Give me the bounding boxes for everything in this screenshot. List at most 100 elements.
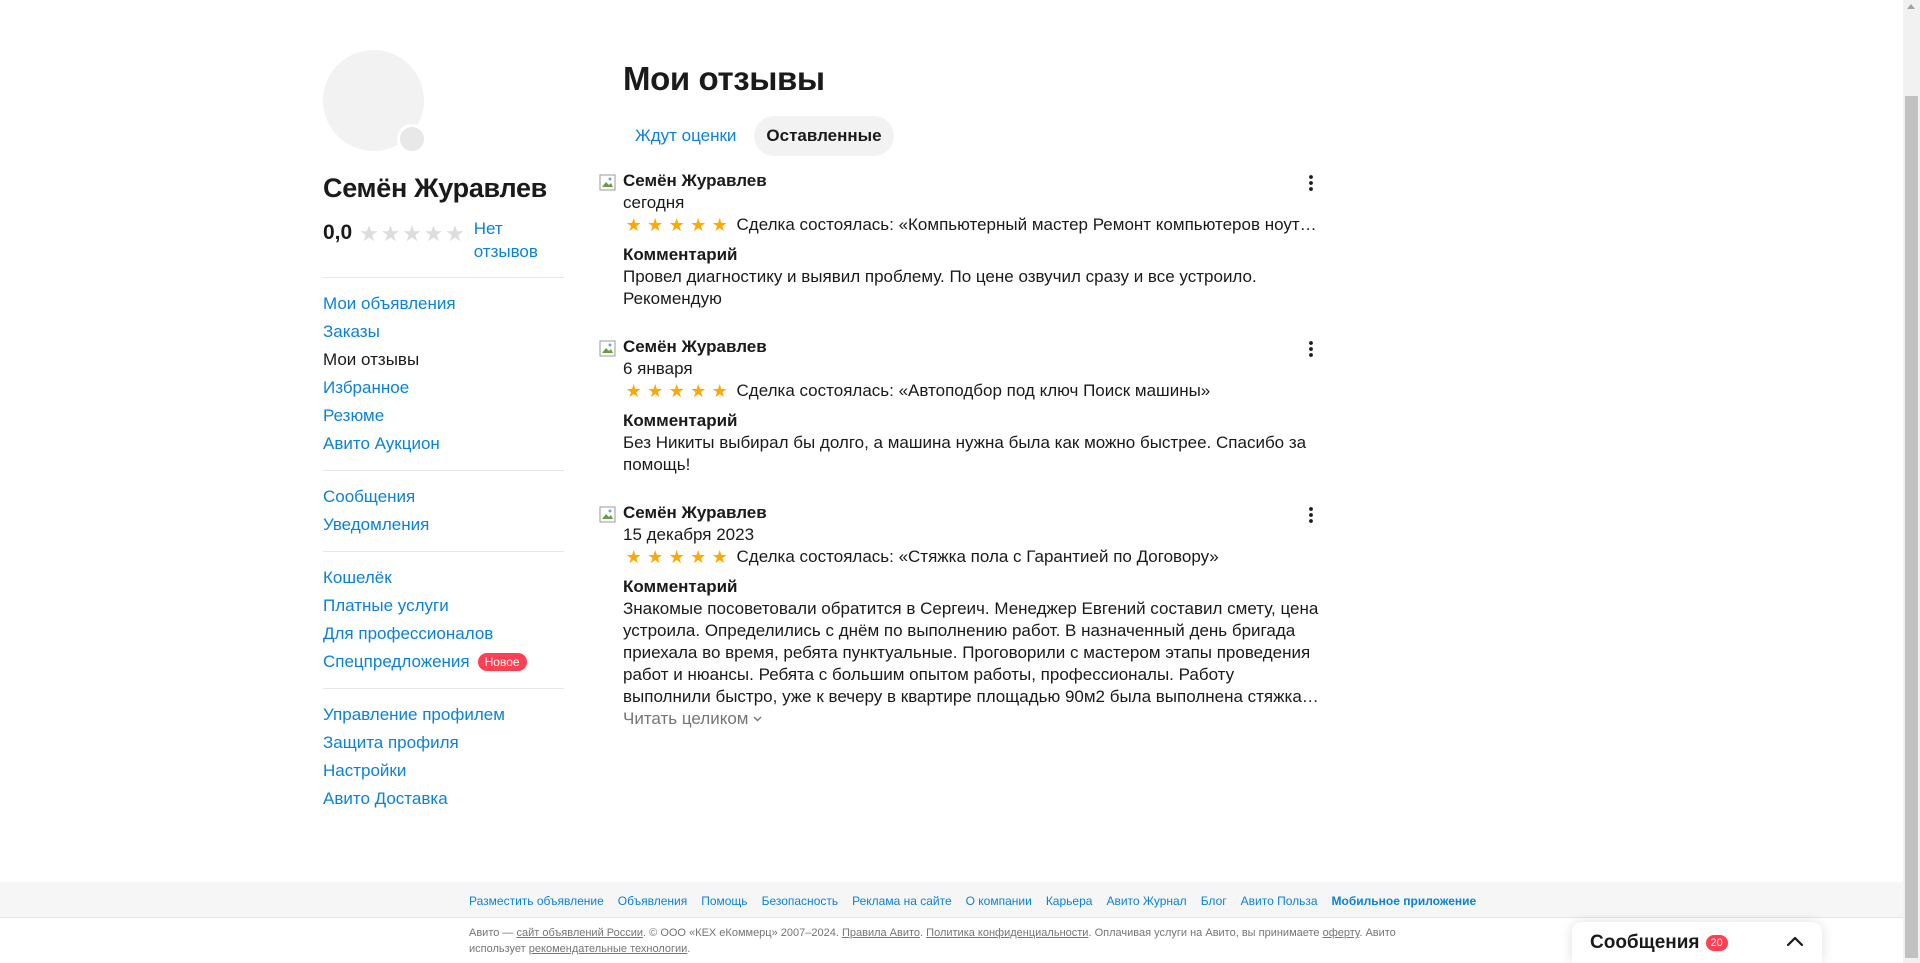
legal-link-recommendations[interactable]: рекомендательные технологии xyxy=(529,943,688,955)
rating-stars: ★ ★ ★ ★ ★ xyxy=(358,221,466,247)
tab-awaiting-rating[interactable]: Ждут оценки xyxy=(623,116,748,156)
scroll-thumb[interactable] xyxy=(1905,96,1918,958)
sidebar-item-label: Спецпредложения xyxy=(323,652,470,671)
broken-image-icon xyxy=(599,340,616,357)
review-deal: Сделка состоялась: «Автоподбор под ключ … xyxy=(736,381,1211,400)
sidebar-item-label: Для профессионалов xyxy=(323,624,494,643)
star-empty-icon: ★ xyxy=(423,221,444,246)
star-filled-icon: ★ xyxy=(647,547,664,567)
sidebar-item-label: Резюме xyxy=(323,406,385,425)
review-comment: Без Никиты выбирал бы долго, а машина ну… xyxy=(623,433,1307,474)
sidebar-group: Сообщения Уведомления xyxy=(323,481,564,541)
review-deal-row: ★ ★ ★ ★ ★ Сделка состоялась: «Автоподбор под… xyxy=(623,380,1323,402)
review-comment: Знакомые посоветовали обратится в Сергеи… xyxy=(623,599,1319,706)
review-author: Семён Журавлев xyxy=(623,171,767,190)
star-filled-icon: ★ xyxy=(668,381,685,401)
sidebar-item[interactable]: Кошелёк xyxy=(323,564,564,592)
scroll-up-arrow-icon[interactable] xyxy=(1907,4,1915,9)
read-more-label: Читать целиком xyxy=(623,709,749,728)
page-title: Мои отзывы xyxy=(623,60,825,97)
messenger-title: Сообщения xyxy=(1590,931,1700,953)
legal-link-offer[interactable]: оферту xyxy=(1323,927,1360,939)
reviews-list: Семён Журавлев сегодня ★ ★ ★ ★ ★ Сделка сост… xyxy=(599,170,1324,730)
sidebar-item[interactable]: Резюме xyxy=(323,402,564,430)
footer-links: Разместить объявление Объявления Помощь Без… xyxy=(469,894,1490,908)
footer-link[interactable]: Безопасность xyxy=(762,894,839,908)
star-filled-icon: ★ xyxy=(690,381,707,401)
sidebar-item-label: Авито Аукцион xyxy=(323,434,440,453)
chevron-down-icon xyxy=(753,708,762,730)
more-vertical-icon[interactable] xyxy=(1298,502,1324,528)
sidebar-item[interactable]: Платные услуги xyxy=(323,592,564,620)
sidebar-item-label: Избранное xyxy=(323,378,410,397)
sidebar-item[interactable]: Спецпредложения Новое xyxy=(323,648,564,676)
footer-link[interactable]: Карьера xyxy=(1046,894,1093,908)
review-comment-label: Комментарий xyxy=(623,245,738,264)
star-filled-icon: ★ xyxy=(711,381,728,401)
footer-legal: Авито — сайт объявлений России. © ООО «К… xyxy=(469,925,1419,957)
legal-text: . © ООО «КЕХ еКоммерц» 2007–2024. xyxy=(643,927,842,939)
star-filled-icon: ★ xyxy=(690,547,707,567)
footer-link[interactable]: Блог xyxy=(1201,894,1227,908)
star-empty-icon: ★ xyxy=(359,221,379,246)
more-vertical-icon[interactable] xyxy=(1298,336,1324,362)
profile-name: Семён Журавлев xyxy=(323,173,547,203)
messenger-widget[interactable]: Сообщения 20 xyxy=(1572,922,1822,963)
footer-link[interactable]: Авито Журнал xyxy=(1106,894,1186,908)
sidebar-nav: Мои объявления Заказы Мои отзывы Избранное Р… xyxy=(323,288,564,815)
legal-link-site[interactable]: сайт объявлений России xyxy=(516,927,643,939)
chevron-up-icon[interactable] xyxy=(1786,934,1804,952)
reviews-main: Мои отзывы Ждут оценки Оставленные Семён… xyxy=(599,60,1324,756)
sidebar-item[interactable]: Заказы xyxy=(323,318,564,346)
no-reviews-link[interactable]: Нет отзывов xyxy=(474,217,554,263)
star-empty-icon: ★ xyxy=(402,221,422,246)
sidebar-item[interactable]: Уведомления xyxy=(323,511,564,539)
sidebar-item-label: Сообщения xyxy=(323,487,416,506)
footer-link[interactable]: Мобильное приложение xyxy=(1332,894,1477,908)
sidebar-item-label: Настройки xyxy=(323,761,407,780)
review-deal: Сделка состоялась: «Компьютерный мастер … xyxy=(736,215,1324,234)
legal-link-privacy[interactable]: Политика конфиденциальности xyxy=(926,927,1088,939)
tab-left-reviews[interactable]: Оставленные xyxy=(754,116,894,156)
sidebar-item-label: Защита профиля xyxy=(323,733,459,752)
sidebar-item-label: Авито Доставка xyxy=(323,789,448,808)
sidebar-item[interactable]: Авито Доставка xyxy=(323,785,564,813)
footer-link[interactable]: О компании xyxy=(966,894,1032,908)
sidebar-item-label: Кошелёк xyxy=(323,568,392,587)
sidebar-item[interactable]: Управление профилем xyxy=(323,701,564,729)
sidebar-item[interactable]: Мои объявления xyxy=(323,290,564,318)
sidebar-group: Управление профилем Защита профиля Настрой… xyxy=(323,699,564,815)
sidebar-item[interactable]: Настройки xyxy=(323,757,564,785)
sidebar-item: Мои отзывы xyxy=(323,346,564,374)
more-vertical-icon[interactable] xyxy=(1298,170,1324,196)
review-stars: ★ ★ ★ ★ ★ xyxy=(623,380,731,402)
footer-link[interactable]: Объявления xyxy=(618,894,687,908)
sidebar-item[interactable]: Авито Аукцион xyxy=(323,430,564,458)
legal-text: Авито — xyxy=(469,927,517,939)
new-badge: Новое xyxy=(477,653,527,671)
sidebar-item[interactable]: Избранное xyxy=(323,374,564,402)
legal-link-rules[interactable]: Правила Авито xyxy=(842,927,920,939)
sidebar-item-label: Управление профилем xyxy=(323,705,505,724)
messenger-unread-badge: 20 xyxy=(1705,934,1728,951)
read-more-link[interactable]: Читать целиком xyxy=(623,708,762,730)
review-comment: Провел диагностику и выявил проблему. По… xyxy=(623,267,1257,308)
sidebar-item[interactable]: Сообщения xyxy=(323,483,564,511)
star-filled-icon: ★ xyxy=(690,215,707,235)
profile-avatar[interactable] xyxy=(323,50,427,154)
sidebar-item[interactable]: Защита профиля xyxy=(323,729,564,757)
broken-image-icon xyxy=(599,506,616,523)
sidebar-divider xyxy=(323,470,564,471)
review-deal: Сделка состоялась: «Стяжка пола с Гарант… xyxy=(736,547,1219,566)
footer-link[interactable]: Реклама на сайте xyxy=(852,894,952,908)
review-stars: ★ ★ ★ ★ ★ xyxy=(623,214,731,236)
page-scrollbar[interactable] xyxy=(1903,0,1920,963)
footer-link[interactable]: Помощь xyxy=(701,894,747,908)
sidebar-item[interactable]: Для профессионалов xyxy=(323,620,564,648)
avatar-status-dot xyxy=(397,124,427,154)
footer-link[interactable]: Разместить объявление xyxy=(469,894,604,908)
legal-text: . xyxy=(687,943,691,955)
footer-link[interactable]: Авито Польза xyxy=(1241,894,1318,908)
review-card: Семён Журавлев сегодня ★ ★ ★ ★ ★ Сделка сост… xyxy=(599,170,1324,310)
star-filled-icon: ★ xyxy=(647,215,664,235)
